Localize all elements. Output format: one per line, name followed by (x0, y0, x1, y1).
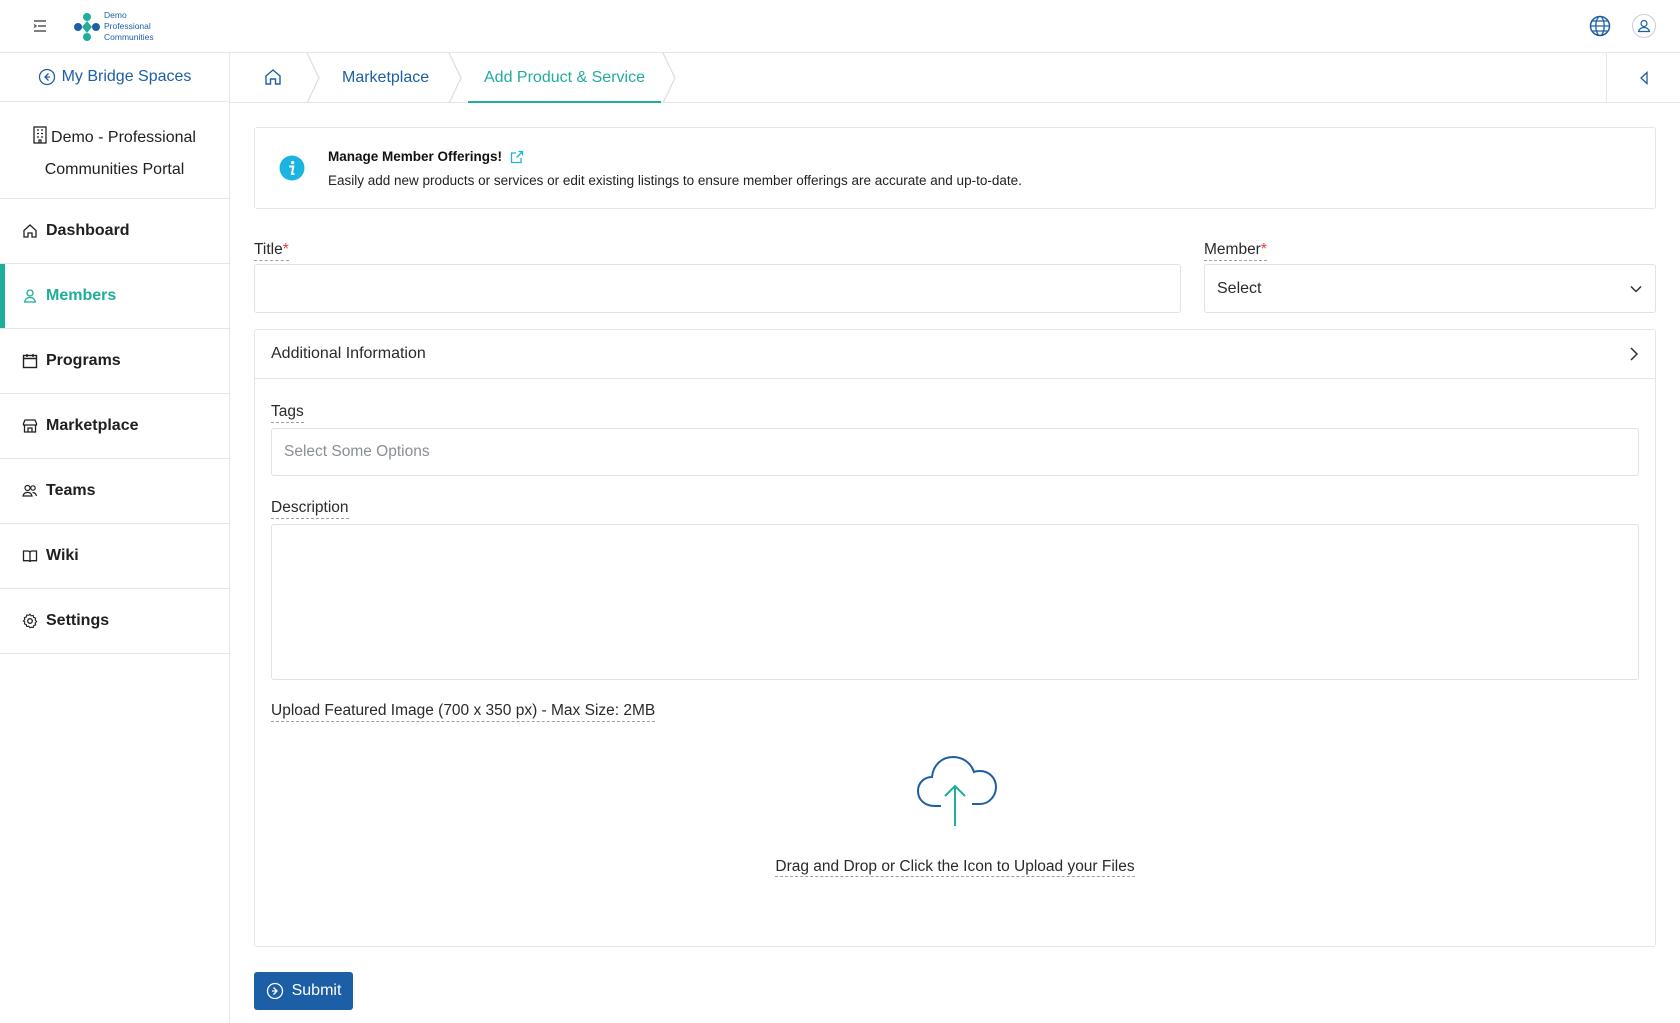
info-text: Easily add new products or services or e… (328, 173, 1022, 188)
home-icon[interactable] (262, 66, 284, 88)
sidebar-item-members[interactable]: Members (0, 264, 229, 329)
book-icon (22, 550, 38, 563)
portal-name-line1: Demo - Professional (51, 129, 196, 146)
breadcrumb-separator-icon (306, 53, 320, 103)
tags-label: Tags (271, 403, 304, 423)
breadcrumb-separator-icon (662, 53, 676, 103)
top-bar: Demo Professional Communities (0, 0, 1680, 53)
sidebar-item-wiki[interactable]: Wiki (0, 524, 229, 589)
home-icon (23, 224, 37, 238)
upload-label: Upload Featured Image (700 x 350 px) - M… (271, 702, 656, 722)
info-banner: Manage Member Offerings! Easily add new … (254, 127, 1656, 209)
user-icon (1637, 19, 1651, 33)
breadcrumb-marketplace[interactable]: Marketplace (342, 53, 429, 103)
logo-text: Demo Professional Communities (104, 10, 154, 42)
breadcrumb: Marketplace Add Product & Service (230, 53, 1680, 103)
store-icon (22, 419, 38, 433)
sidebar-item-label: Programs (46, 352, 121, 369)
sidebar-nav: Dashboard Members Programs Marketplace T… (0, 199, 229, 654)
user-icon (23, 289, 37, 303)
description-textarea[interactable] (271, 524, 1639, 680)
title-label: Title* (254, 241, 289, 261)
tags-placeholder: Select Some Options (284, 443, 430, 460)
chevron-down-icon (1630, 285, 1642, 293)
sidebar-item-label: Settings (46, 612, 110, 629)
description-label: Description (271, 499, 349, 519)
breadcrumb-current[interactable]: Add Product & Service (468, 53, 661, 103)
building-icon (33, 126, 47, 144)
chevron-right-icon (1630, 347, 1639, 361)
external-link-icon[interactable] (510, 150, 524, 164)
back-link-label: My Bridge Spaces (61, 68, 192, 85)
sidebar-item-teams[interactable]: Teams (0, 459, 229, 524)
logo[interactable]: Demo Professional Communities (70, 8, 160, 46)
gear-icon (22, 613, 38, 629)
sidebar-item-label: Marketplace (46, 417, 139, 434)
sidebar-item-marketplace[interactable]: Marketplace (0, 394, 229, 459)
additional-information-toggle[interactable]: Additional Information (255, 330, 1655, 379)
calendar-icon (22, 354, 38, 369)
info-title: Manage Member Offerings! (328, 149, 524, 164)
member-select-value: Select (1217, 279, 1262, 297)
member-select[interactable]: Select (1204, 264, 1656, 313)
submit-label: Submit (291, 982, 342, 999)
cloud-upload-icon[interactable] (915, 754, 999, 828)
sidebar-item-label: Members (46, 287, 117, 304)
sidebar: My Bridge Spaces Demo - Professional Com… (0, 53, 230, 1023)
arrow-right-circle-icon (266, 982, 283, 1000)
sidebar-item-label: Dashboard (46, 222, 130, 239)
tags-input[interactable]: Select Some Options (271, 428, 1639, 476)
portal-name: Demo - Professional Communities Portal (0, 102, 229, 199)
menu-toggle-icon[interactable] (30, 16, 50, 36)
users-icon (22, 484, 38, 497)
sidebar-item-label: Teams (46, 482, 96, 499)
upload-dropzone-link[interactable]: Drag and Drop or Click the Icon to Uploa… (775, 858, 1135, 877)
breadcrumb-separator-icon (448, 53, 462, 103)
sidebar-item-settings[interactable]: Settings (0, 589, 229, 654)
globe-icon[interactable] (1588, 14, 1612, 38)
member-label: Member* (1204, 241, 1267, 261)
title-input[interactable] (254, 264, 1181, 313)
additional-information-label: Additional Information (271, 345, 426, 362)
required-mark: * (1260, 241, 1267, 258)
additional-information-panel: Additional Information Tags Select Some … (254, 329, 1656, 947)
caret-left-icon (1639, 71, 1648, 85)
info-title-text: Manage Member Offerings! (328, 149, 503, 164)
arrow-left-circle-icon (38, 68, 55, 86)
sidebar-item-dashboard[interactable]: Dashboard (0, 199, 229, 264)
info-icon (279, 155, 305, 181)
my-bridge-spaces-link[interactable]: My Bridge Spaces (0, 53, 229, 102)
submit-button[interactable]: Submit (254, 972, 353, 1010)
logo-mark-icon (74, 13, 100, 41)
collapse-panel-button[interactable] (1606, 53, 1680, 103)
required-mark: * (282, 241, 289, 258)
portal-name-line2: Communities Portal (44, 161, 185, 178)
user-avatar[interactable] (1632, 14, 1656, 38)
sidebar-item-label: Wiki (46, 547, 79, 564)
upload-dropzone-text: Drag and Drop or Click the Icon to Uploa… (255, 858, 1655, 877)
sidebar-item-programs[interactable]: Programs (0, 329, 229, 394)
